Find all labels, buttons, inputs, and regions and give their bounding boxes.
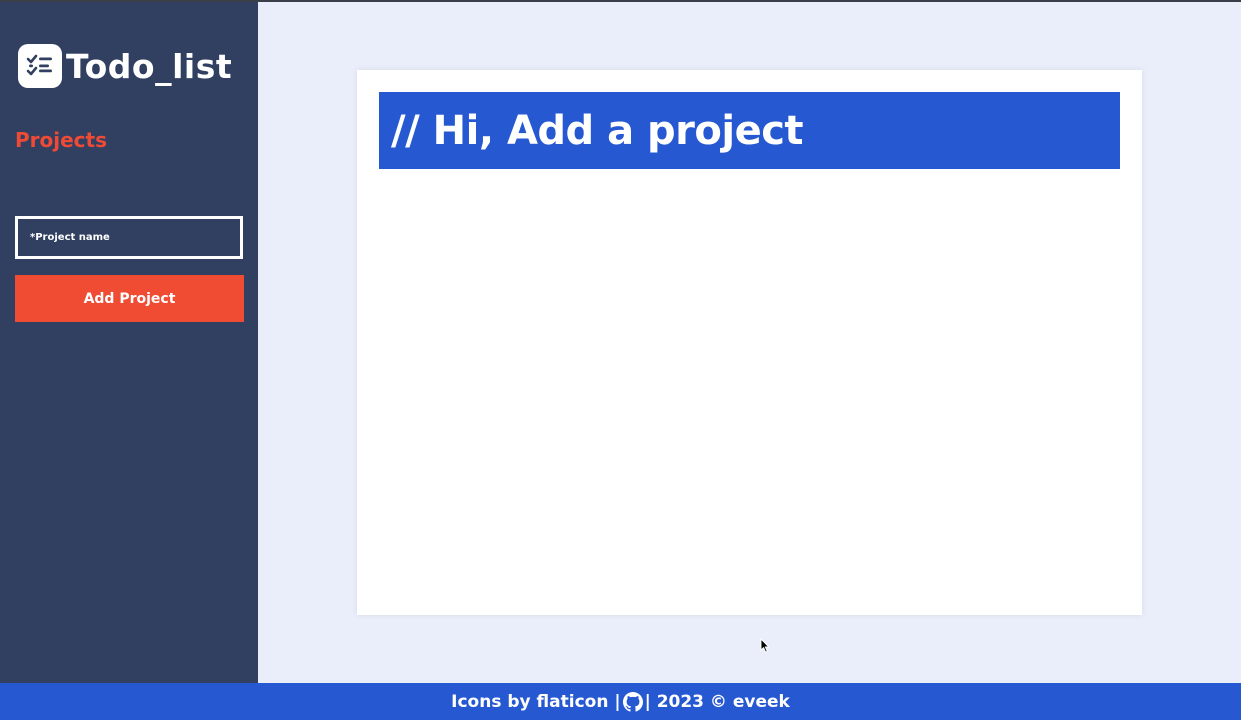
checklist-icon xyxy=(18,44,62,88)
footer-copyright: | 2023 © eveek xyxy=(644,691,790,712)
sidebar: Todo_list Projects Add Project xyxy=(0,2,258,683)
app-logo: Todo_list xyxy=(18,44,232,88)
github-icon[interactable] xyxy=(622,691,643,712)
greeting-text: // Hi, Add a project xyxy=(391,107,804,154)
project-name-input[interactable] xyxy=(15,216,243,259)
mouse-cursor-icon xyxy=(760,637,770,653)
footer-credits: Icons by flaticon | xyxy=(451,691,621,712)
greeting-banner: // Hi, Add a project xyxy=(379,92,1120,169)
app-title: Todo_list xyxy=(66,46,233,86)
projects-heading: Projects xyxy=(15,128,108,152)
add-project-button[interactable]: Add Project xyxy=(15,275,244,322)
footer: Icons by flaticon | | 2023 © eveek xyxy=(0,683,1241,720)
main-card: // Hi, Add a project xyxy=(357,70,1142,615)
